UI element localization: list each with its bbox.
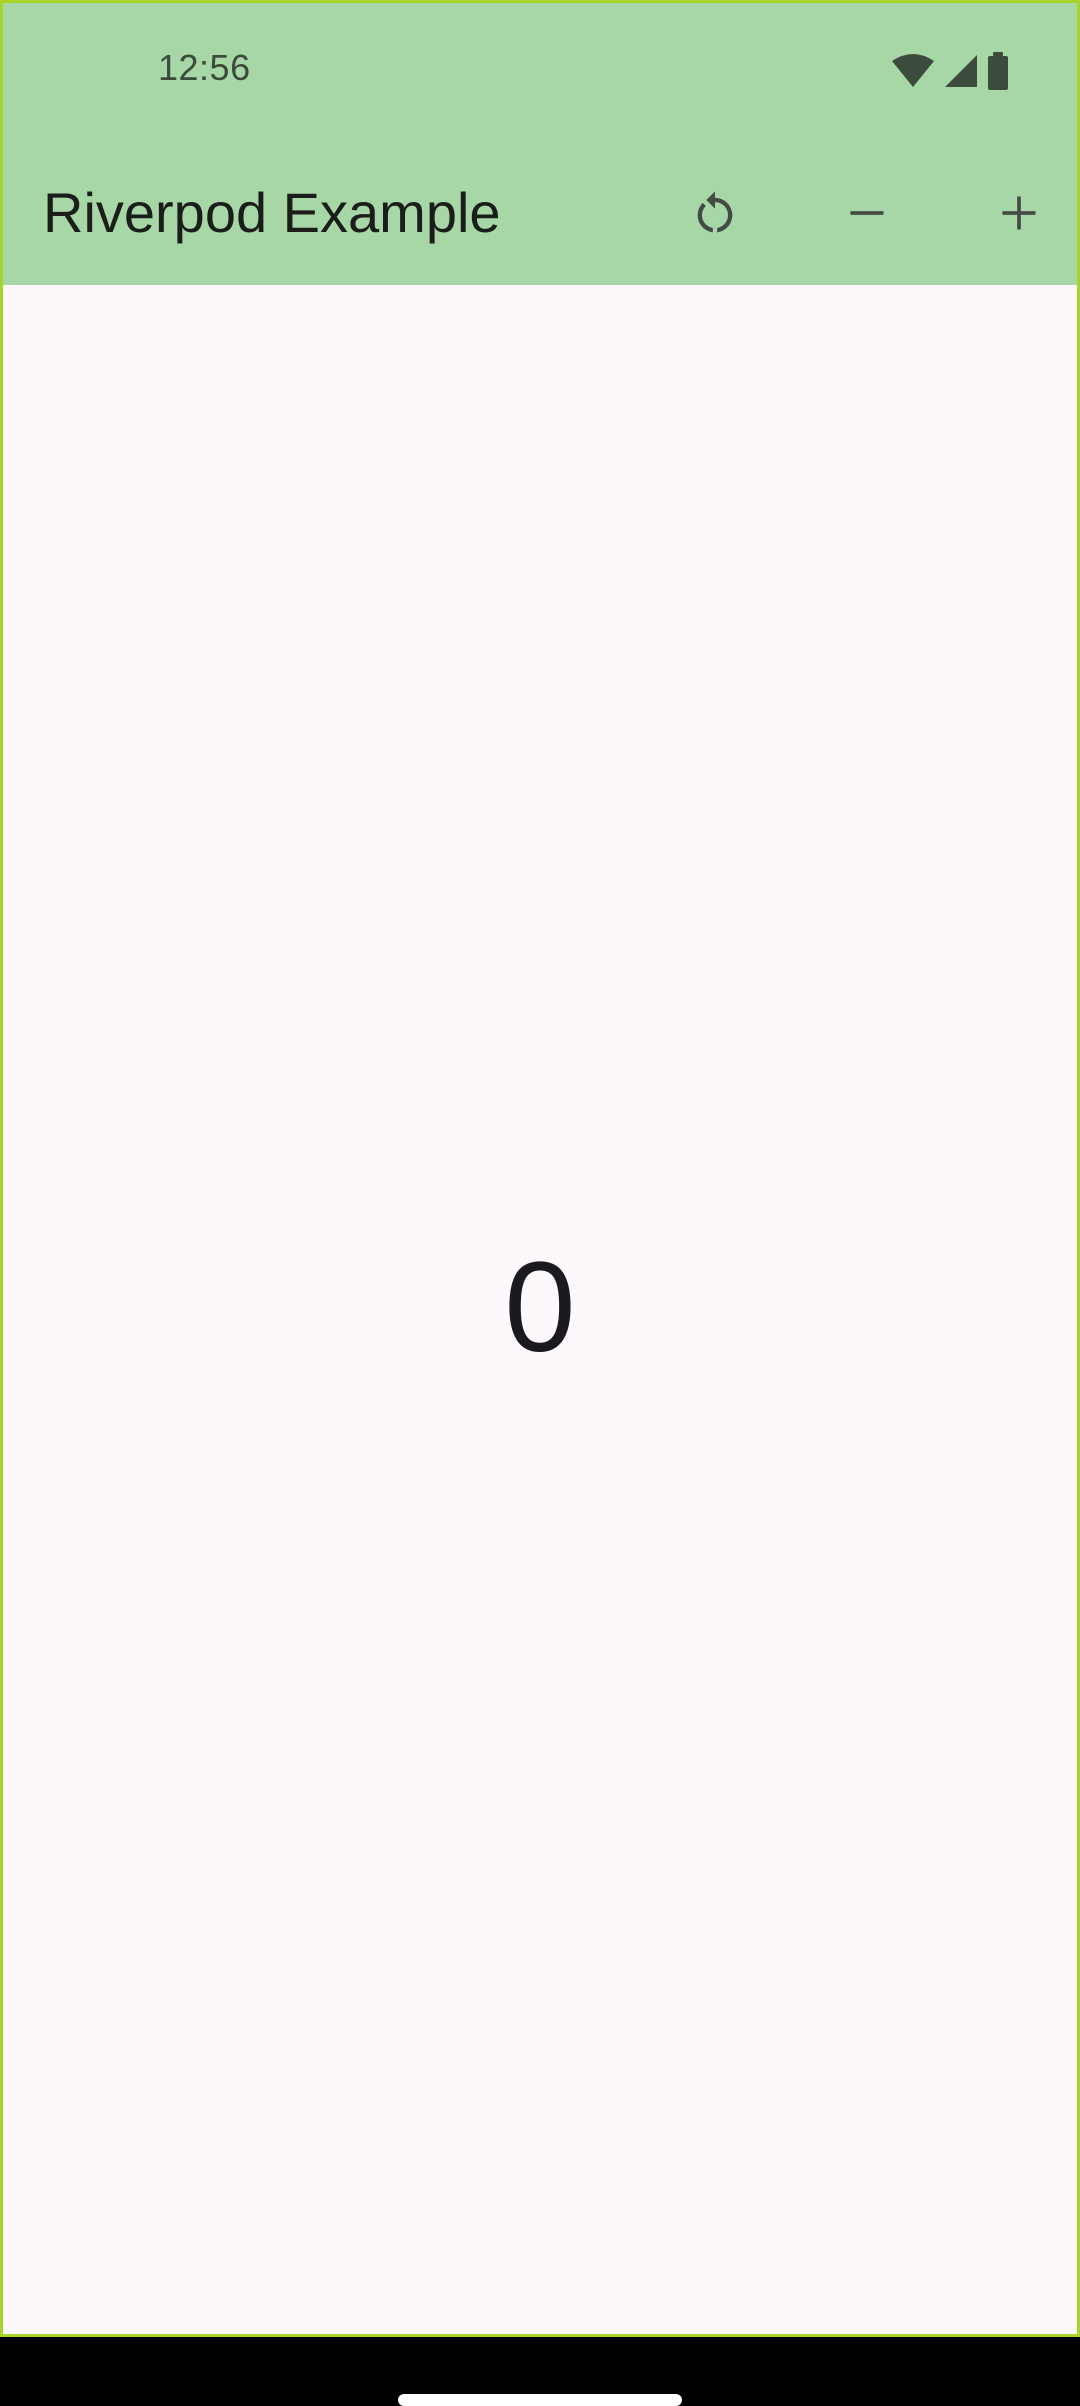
decrement-button[interactable] [819, 165, 915, 261]
app-screen: 12:56 Riverpod Example 0 [0, 0, 1080, 2337]
app-title: Riverpod Example [43, 181, 501, 244]
cellular-signal-icon [945, 55, 977, 87]
system-navigation-bar [0, 2337, 1080, 2400]
minus-icon [850, 211, 884, 215]
reset-button[interactable] [667, 165, 763, 261]
app-bar: Riverpod Example [3, 141, 1077, 285]
status-time: 12:56 [158, 47, 251, 88]
battery-icon [988, 52, 1008, 90]
wifi-icon [892, 54, 934, 87]
counter-value: 0 [504, 1236, 576, 1379]
increment-button[interactable] [971, 165, 1067, 261]
plus-icon [1002, 196, 1036, 230]
refresh-icon [697, 191, 733, 233]
home-indicator[interactable] [398, 2394, 682, 2406]
status-icons [891, 51, 1009, 91]
status-bar: 12:56 [3, 3, 1077, 141]
